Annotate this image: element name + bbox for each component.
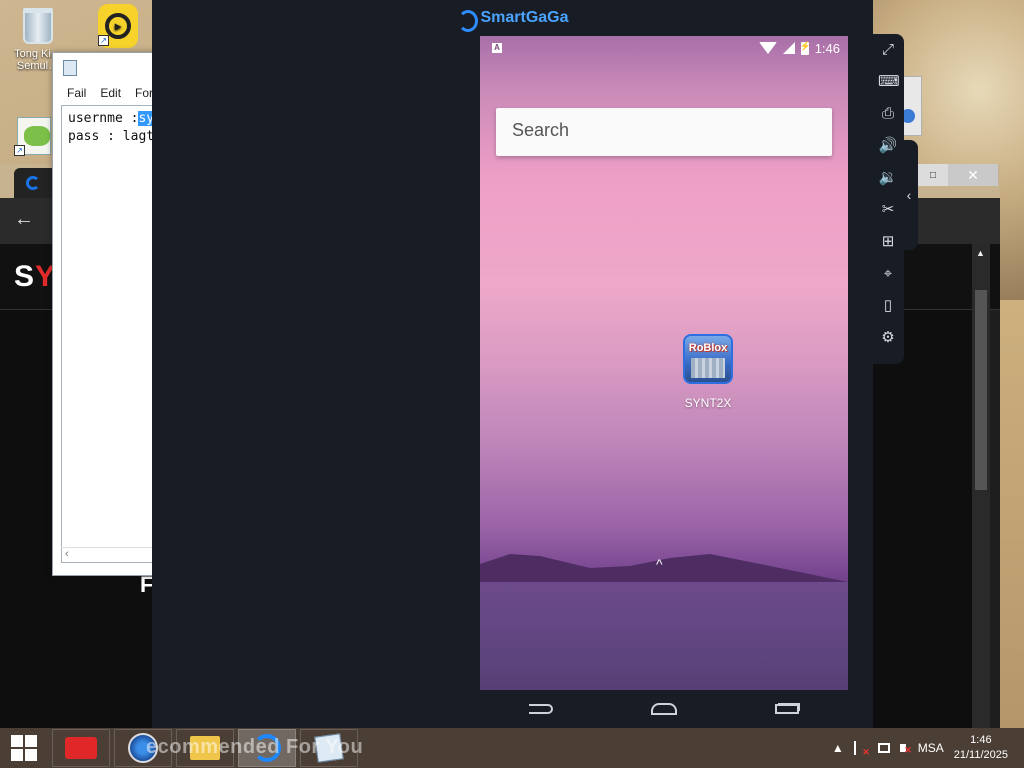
windows-logo-icon [11, 735, 37, 761]
shortcut-arrow-icon: ↗ [14, 145, 25, 156]
menu-file[interactable]: Fail [67, 86, 86, 100]
signal-icon [782, 42, 795, 54]
network-icon[interactable] [877, 743, 890, 753]
browser-scrollbar[interactable]: ▲ [972, 244, 990, 728]
notepad-window[interactable]: Fail Edit For usernme :sy pass : lagt ‹ [52, 52, 162, 576]
tab-favicon-icon [26, 176, 40, 190]
scrollbar-thumb[interactable] [975, 290, 987, 490]
battery-icon [800, 41, 811, 55]
taskbar-app-1[interactable] [52, 729, 110, 767]
roblox-app-icon: RoBlox [683, 334, 733, 384]
menu-format[interactable]: For [135, 86, 153, 100]
mountain-silhouette [480, 554, 848, 586]
status-time: 1:46 [814, 40, 840, 56]
desktop-icon-ldplayer[interactable]: ▸ ↗ [86, 4, 150, 48]
tray-expand-icon[interactable]: ▲ [832, 741, 844, 755]
sidebar-collapse-icon[interactable]: ‹ [900, 140, 918, 250]
location-icon[interactable]: ⌖ [878, 264, 898, 284]
recents-button-icon[interactable] [775, 704, 799, 714]
app-box-icon [65, 737, 97, 759]
recycle-bin-icon [23, 8, 53, 44]
menu-edit[interactable]: Edit [100, 86, 121, 100]
maximize-button[interactable]: □ [918, 170, 948, 181]
wifi-icon [758, 42, 777, 54]
apk-install-icon[interactable]: ⎙ [878, 104, 898, 124]
username-line-label: usernme : [68, 111, 139, 126]
notification-icon: A [492, 43, 502, 53]
notepad-text-area[interactable]: usernme :sy pass : lagt [61, 105, 161, 563]
home-button-icon[interactable] [651, 703, 677, 715]
taskbar-overlay-text: ecommended For You [146, 736, 364, 758]
close-button[interactable]: ✕ [948, 164, 998, 186]
volume-down-icon[interactable]: 🔉 [878, 168, 898, 188]
notepad-icon [63, 60, 77, 76]
notepad-hscrollbar[interactable]: ‹ [61, 547, 161, 563]
emulator-title: SmartGaGa [480, 9, 569, 26]
android-statusbar: A 1:46 [480, 36, 848, 60]
language-indicator[interactable]: MSA [918, 741, 944, 755]
action-center-flag-icon[interactable] [853, 741, 870, 758]
clock-time: 1:46 [970, 734, 992, 746]
search-input[interactable]: Search [496, 108, 832, 156]
app-synt2x[interactable]: RoBlox SYNT2X [670, 334, 746, 410]
keyboard-icon[interactable]: ⌨ [878, 72, 900, 92]
system-tray: ▲ MSA 1:46 21/11/2025 [832, 733, 1024, 763]
multi-instance-icon[interactable]: ⊞ [878, 232, 898, 252]
volume-up-icon[interactable]: 🔊 [878, 136, 898, 156]
notepad-titlebar[interactable] [53, 53, 161, 83]
app-drawer-arrow-icon[interactable]: ^ [656, 556, 663, 572]
shake-icon[interactable]: ▯ [878, 296, 898, 316]
android-navbar [480, 690, 848, 728]
smartgaga-logo-icon [456, 8, 479, 32]
start-button[interactable] [0, 728, 48, 768]
clock[interactable]: 1:46 21/11/2025 [954, 733, 1008, 763]
scroll-up-icon[interactable]: ▲ [976, 248, 985, 258]
settings-icon[interactable]: ⚙ [878, 328, 898, 348]
site-logo[interactable]: SY [14, 260, 56, 294]
volume-muted-icon[interactable] [899, 744, 912, 756]
notepad-menubar: Fail Edit For [53, 83, 161, 103]
app-label: SYNT2X [684, 396, 732, 410]
password-line: pass : lagt [68, 129, 155, 144]
back-button-icon[interactable] [529, 704, 553, 714]
clock-date: 21/11/2025 [953, 749, 1008, 761]
fullscreen-icon[interactable]: ⤢ [878, 40, 898, 60]
lake-reflection [480, 582, 848, 690]
shortcut-arrow-icon: ↗ [98, 35, 109, 46]
scissors-icon[interactable]: ✂ [878, 200, 898, 220]
android-screen[interactable]: A 1:46 Search RoBlox SYNT2X ^ [480, 36, 848, 690]
window-controls: □ ✕ [918, 164, 998, 186]
emulator-titlebar[interactable]: SmartGaGa [152, 0, 873, 36]
back-arrow-icon[interactable]: ← [14, 208, 34, 231]
